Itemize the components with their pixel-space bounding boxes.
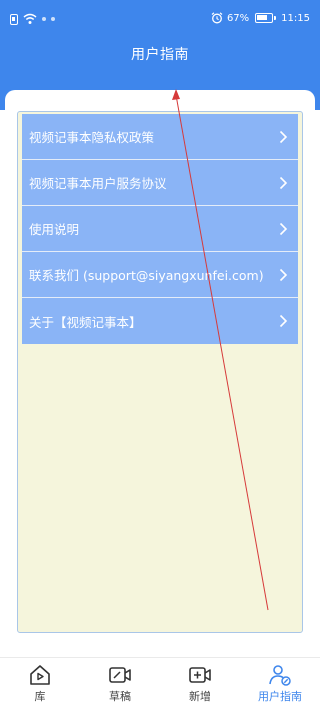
add-video-icon	[189, 667, 211, 683]
menu-item-label: 联系我们 (support@siyangxunfei.com)	[29, 268, 264, 283]
clock: 11:15	[281, 12, 310, 24]
menu-item-about[interactable]: 关于【视频记事本】	[22, 298, 298, 344]
bottom-nav: 库 草稿 新增 用户指南	[0, 657, 320, 707]
nav-item-user-guide[interactable]: 用户指南	[240, 658, 320, 707]
nav-label: 库	[34, 690, 46, 703]
content-card: 视频记事本隐私权政策 视频记事本用户服务协议 使用说明 联系我们 (suppor…	[5, 90, 315, 648]
status-left	[10, 12, 55, 26]
menu-item-instructions[interactable]: 使用说明	[22, 206, 298, 252]
menu-item-label: 视频记事本隐私权政策	[29, 130, 155, 145]
menu-item-label: 关于【视频记事本】	[29, 314, 142, 330]
battery-saver-icon	[10, 13, 18, 25]
chevron-right-icon	[279, 176, 288, 189]
user-guide-icon	[269, 665, 291, 686]
nav-item-add[interactable]: 新增	[160, 658, 240, 707]
menu-list: 视频记事本隐私权政策 视频记事本用户服务协议 使用说明 联系我们 (suppor…	[22, 114, 298, 344]
chevron-right-icon	[279, 222, 288, 235]
library-icon	[30, 665, 50, 685]
nav-item-library[interactable]: 库	[0, 658, 80, 707]
nav-label: 新增	[189, 690, 211, 703]
wifi-icon	[23, 13, 37, 24]
notification-dot-icon	[42, 17, 46, 21]
menu-item-contact-us[interactable]: 联系我们 (support@siyangxunfei.com)	[22, 252, 298, 298]
nav-label: 用户指南	[258, 690, 302, 703]
chevron-right-icon	[279, 314, 288, 328]
chevron-right-icon	[279, 130, 288, 143]
nav-item-drafts[interactable]: 草稿	[80, 658, 160, 707]
menu-item-privacy-policy[interactable]: 视频记事本隐私权政策	[22, 114, 298, 160]
battery-percent: 67%	[226, 12, 250, 24]
status-bar: 67% 11:15	[0, 0, 320, 36]
menu-item-label: 视频记事本用户服务协议	[29, 176, 167, 191]
menu-item-label: 使用说明	[29, 222, 80, 237]
alarm-icon	[211, 12, 223, 24]
drafts-icon	[109, 667, 131, 683]
chevron-right-icon	[279, 268, 288, 281]
notification-dot-icon	[51, 17, 55, 21]
nav-label: 草稿	[109, 690, 131, 703]
menu-item-user-agreement[interactable]: 视频记事本用户服务协议	[22, 160, 298, 206]
battery-icon	[255, 13, 277, 23]
content-panel: 视频记事本隐私权政策 视频记事本用户服务协议 使用说明 联系我们 (suppor…	[17, 111, 303, 633]
status-right: 67% 11:15	[211, 11, 310, 25]
page-title: 用户指南	[131, 47, 189, 63]
